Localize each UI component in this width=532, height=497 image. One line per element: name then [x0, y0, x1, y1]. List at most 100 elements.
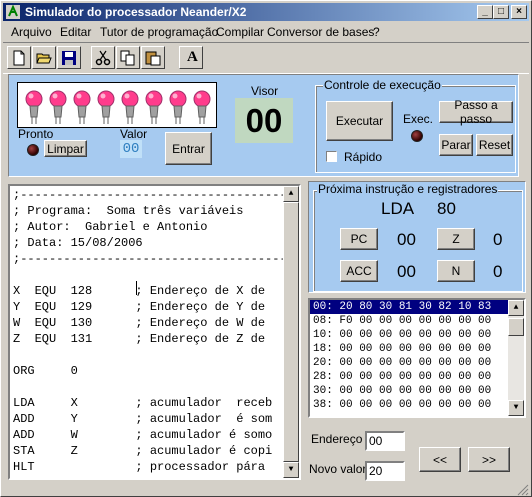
z-label: Z	[452, 232, 460, 246]
code-scroll-thumb[interactable]	[283, 202, 299, 462]
code-line: W EQU 130 ; Endereço de W de	[13, 316, 266, 330]
limpar-button[interactable]: Limpar	[44, 140, 87, 157]
n-button[interactable]: N	[437, 260, 475, 282]
output-led	[120, 87, 140, 125]
parar-button[interactable]: Parar	[439, 134, 473, 156]
visor-display: 00	[235, 98, 293, 143]
code-line: ; Programa: Soma três variáveis	[13, 204, 244, 218]
paste-button[interactable]	[141, 46, 165, 69]
novo-valor-input[interactable]: 20	[365, 461, 405, 481]
minimize-button[interactable]: _	[477, 5, 493, 19]
registers-panel: Próxima instrução e registradores LDA 80…	[308, 181, 526, 293]
next-address-button[interactable]: >>	[468, 447, 510, 472]
app-icon	[6, 5, 20, 19]
code-scroll-up[interactable]: ▲	[283, 186, 299, 202]
led-bulb-icon	[145, 90, 163, 124]
save-button[interactable]	[57, 46, 81, 69]
menu-help[interactable]: ?	[373, 25, 380, 39]
output-led	[168, 87, 188, 125]
acc-button[interactable]: ACC	[340, 260, 378, 282]
new-button[interactable]	[7, 46, 31, 69]
pronto-led	[27, 144, 39, 156]
control-title: Controle de execução	[323, 78, 442, 92]
code-scrollbar[interactable]: ▲ ▼	[283, 186, 299, 478]
font-button[interactable]: A	[179, 46, 203, 69]
code-line: ;---------------------------------------	[13, 188, 301, 202]
maximize-button[interactable]: □	[493, 5, 509, 19]
menu-bar: Arquivo Editar Tutor de programação Comp…	[3, 22, 529, 41]
output-led	[144, 87, 164, 125]
code-line: ADD Y ; acumulador é som	[13, 412, 273, 426]
memory-row[interactable]: 38: 00 00 00 00 00 00 00 00	[313, 399, 491, 411]
z-value: 0	[493, 230, 503, 249]
cut-button[interactable]	[91, 46, 115, 69]
endereco-input[interactable]: 00	[365, 431, 405, 451]
registers-title: Próxima instrução e registradores	[317, 182, 499, 196]
output-led	[72, 87, 92, 125]
code-line: Y EQU 129 ; Endereço de Y de	[13, 300, 266, 314]
code-line: STA Z ; acumulador é copi	[13, 444, 273, 458]
rapido-checkbox[interactable]	[326, 151, 337, 162]
menu-editar[interactable]: Editar	[60, 25, 91, 39]
code-line: Z EQU 131 ; Endereço de Z de	[13, 332, 266, 346]
reset-label: Reset	[478, 138, 511, 152]
led-bulb-icon	[73, 90, 91, 124]
rapido-label: Rápido	[344, 150, 383, 164]
passo-label: Passo a passo	[454, 98, 498, 126]
code-line: ; Data: 15/08/2006	[13, 236, 143, 250]
output-led	[192, 87, 212, 125]
text-cursor	[136, 281, 137, 295]
memory-row[interactable]: 30: 00 00 00 00 00 00 00 00	[313, 385, 491, 397]
n-label: N	[451, 264, 461, 278]
save-icon	[62, 51, 76, 65]
memory-row[interactable]: 10: 00 00 00 00 00 00 00 00	[313, 329, 491, 341]
window-title: Simulador do processador Neander/X2	[25, 5, 247, 19]
entrar-button[interactable]: Entrar	[165, 132, 212, 165]
pronto-label: Pronto	[18, 127, 54, 141]
z-button[interactable]: Z	[437, 228, 475, 250]
memory-row[interactable]: 18: 00 00 00 00 00 00 00 00	[313, 343, 491, 355]
passo-a-passo-button[interactable]: Passo a passo	[439, 98, 513, 126]
acc-value: 00	[397, 262, 416, 281]
close-button[interactable]: ×	[511, 5, 527, 19]
memory-row[interactable]: 00: 20 80 30 81 30 82 10 83	[313, 301, 491, 313]
code-line: HLT ; processador pára	[13, 460, 266, 474]
reset-button[interactable]: Reset	[476, 134, 513, 156]
menu-conversor[interactable]: Conversor de bases	[267, 25, 374, 39]
menu-tutor[interactable]: Tutor de programação	[100, 25, 218, 39]
copy-button[interactable]	[116, 46, 140, 69]
next-label: >>	[481, 452, 496, 467]
memory-list[interactable]: ▲ ▼ 00: 20 80 30 81 30 82 10 83 08: F0 00…	[308, 298, 526, 418]
led-bulb-icon	[193, 90, 211, 124]
memory-scrollbar[interactable]: ▲ ▼	[508, 300, 524, 416]
memory-row[interactable]: 20: 00 00 00 00 00 00 00 00	[313, 357, 491, 369]
menu-arquivo[interactable]: Arquivo	[11, 25, 52, 39]
code-scroll-down[interactable]: ▼	[283, 462, 299, 478]
menu-compilar[interactable]: Compilar	[216, 25, 264, 39]
code-line: ORG 0	[13, 364, 78, 378]
output-led	[24, 87, 44, 125]
open-button[interactable]	[32, 46, 56, 69]
open-icon	[36, 53, 52, 64]
memory-row[interactable]: 08: F0 00 00 00 00 00 00 00	[313, 315, 491, 327]
code-line: ; Autor: Gabriel e Antonio	[13, 220, 208, 234]
acc-label: ACC	[346, 264, 372, 278]
code-line: ;---------------------------------------	[13, 252, 301, 266]
output-led	[48, 87, 68, 125]
memory-scroll-thumb[interactable]	[508, 318, 524, 336]
code-editor[interactable]: HLT ; processador pára STA Z ; acumulador…	[8, 184, 301, 480]
executar-button[interactable]: Executar	[326, 101, 393, 141]
prev-address-button[interactable]: <<	[419, 447, 461, 472]
novo-valor-label: Novo valor	[309, 462, 367, 476]
prev-label: <<	[432, 452, 447, 467]
valor-display[interactable]: 00	[120, 140, 142, 158]
font-icon: A	[187, 49, 198, 65]
memory-scroll-down[interactable]: ▼	[508, 400, 524, 416]
toolbar: A	[3, 42, 529, 74]
resize-grip-icon[interactable]	[517, 484, 529, 496]
memory-scroll-up[interactable]: ▲	[508, 300, 524, 316]
entrar-label: Entrar	[172, 141, 205, 156]
exec-label: Exec.	[403, 112, 434, 126]
memory-row[interactable]: 28: 00 00 00 00 00 00 00 00	[313, 371, 491, 383]
pc-button[interactable]: PC	[340, 228, 378, 250]
